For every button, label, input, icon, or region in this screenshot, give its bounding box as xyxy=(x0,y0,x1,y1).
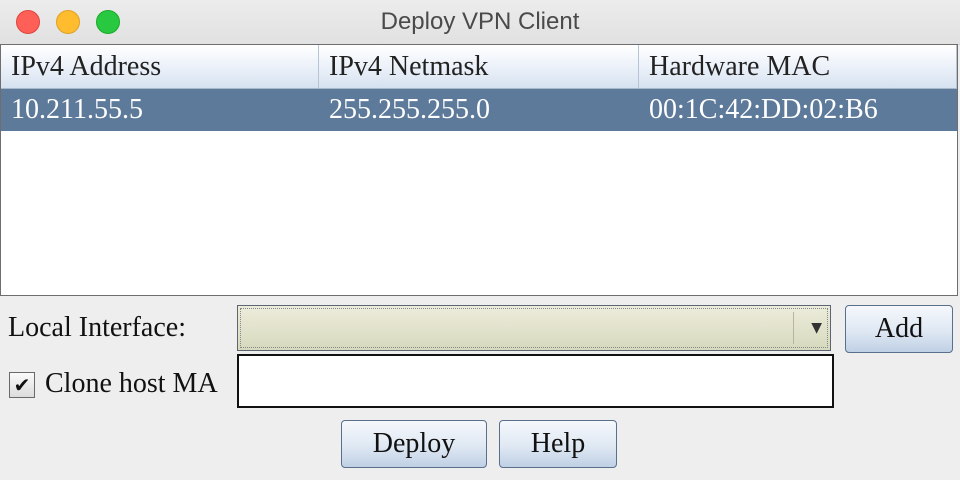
deploy-button[interactable]: Deploy xyxy=(341,420,487,468)
clone-host-mac-checkbox[interactable]: ✔ xyxy=(9,372,35,398)
column-header-ipv4-address[interactable]: IPv4 Address xyxy=(1,45,319,88)
chevron-down-icon[interactable]: ▼ xyxy=(811,306,822,350)
dropdown-divider xyxy=(793,312,794,344)
local-interface-dropdown[interactable]: ▼ xyxy=(237,305,831,351)
title-bar: Deploy VPN Client xyxy=(0,0,960,45)
checkmark-icon: ✔ xyxy=(13,373,31,397)
text-overlay-box[interactable] xyxy=(237,354,834,408)
add-button[interactable]: Add xyxy=(845,305,953,353)
cell-ipv4-netmask: 255.255.255.0 xyxy=(329,94,490,125)
cell-ipv4-address: 10.211.55.5 xyxy=(11,94,143,125)
clone-host-mac-label[interactable]: Clone host MA xyxy=(45,368,218,400)
table-header: IPv4 Address IPv4 Netmask Hardware MAC xyxy=(1,45,957,89)
cell-hardware-mac: 00:1C:42:DD:02:B6 xyxy=(649,94,878,125)
help-button[interactable]: Help xyxy=(499,420,617,468)
table-row[interactable]: 10.211.55.5 255.255.255.0 00:1C:42:DD:02… xyxy=(1,89,957,131)
window-title: Deploy VPN Client xyxy=(380,8,580,35)
column-header-ipv4-netmask[interactable]: IPv4 Netmask xyxy=(319,45,639,88)
interfaces-table: IPv4 Address IPv4 Netmask Hardware MAC 1… xyxy=(0,44,958,296)
local-interface-label: Local Interface: xyxy=(8,312,186,343)
column-header-hardware-mac[interactable]: Hardware MAC xyxy=(639,45,957,88)
